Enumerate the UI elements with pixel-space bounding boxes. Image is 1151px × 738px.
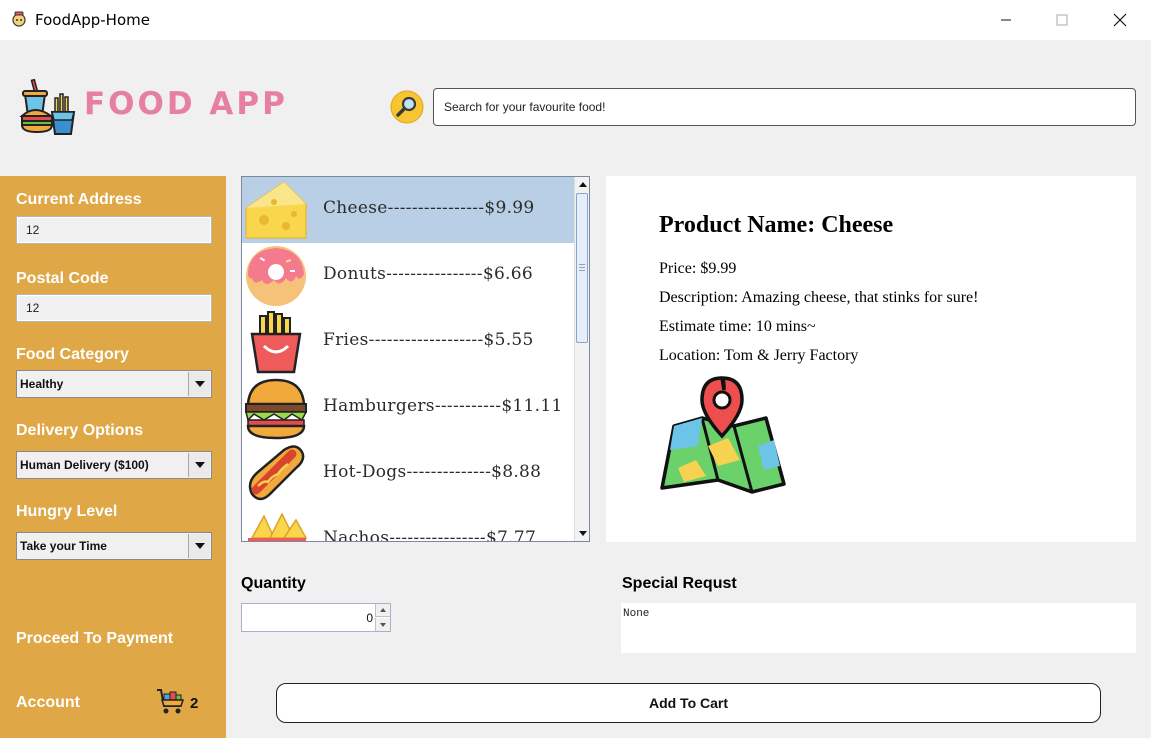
arrow-down-icon: [380, 622, 386, 627]
quantity-label: Quantity: [241, 575, 306, 592]
chevron-down-icon[interactable]: [188, 453, 210, 477]
maximize-icon: [1056, 14, 1068, 26]
postal-code-label: Postal Code: [16, 270, 109, 287]
app-window: FoodApp-Home FOOD APP Search for your fa…: [0, 0, 1151, 738]
hotdog-icon: [248, 445, 305, 501]
product-item-label: Hot-Dogs--------------$8.88: [323, 462, 542, 482]
product-item-hamburgers[interactable]: Hamburgers-----------$11.11: [242, 375, 575, 441]
food-category-label: Food Category: [16, 346, 129, 363]
sidebar: Current Address 12 Postal Code 12 Food C…: [0, 176, 226, 738]
map-location-icon: [660, 376, 786, 494]
fast-food-icon: [19, 78, 76, 135]
nachos-icon: [248, 512, 308, 541]
product-item-hot-dogs[interactable]: Hot-Dogs--------------$8.88: [242, 441, 575, 507]
cart-count: 2: [190, 695, 199, 712]
hungry-level-select[interactable]: Take your Time: [16, 532, 212, 560]
close-button[interactable]: [1097, 0, 1143, 40]
product-item-donuts[interactable]: Donuts----------------$6.66: [242, 243, 575, 309]
product-list[interactable]: Cheese----------------$9.99 Donuts------…: [241, 176, 590, 542]
delivery-options-select[interactable]: Human Delivery ($100): [16, 451, 212, 479]
product-list-scrollbar[interactable]: [574, 177, 589, 541]
product-estimate-time: Estimate time: 10 mins~: [659, 318, 816, 335]
product-detail-panel: Product Name: Cheese Price: $9.99 Descri…: [606, 176, 1136, 542]
quantity-increment-button[interactable]: [375, 604, 390, 617]
postal-code-field[interactable]: 12: [16, 294, 212, 322]
app-logo-text: FOOD APP: [84, 86, 288, 122]
product-location: Location: Tom & Jerry Factory: [659, 347, 859, 364]
current-address-label: Current Address: [16, 191, 142, 208]
chevron-down-icon[interactable]: [188, 372, 210, 396]
magnifier-icon[interactable]: [390, 90, 424, 124]
current-address-field[interactable]: 12: [16, 216, 212, 244]
scroll-thumb[interactable]: [576, 193, 588, 343]
donut-icon: [246, 246, 306, 306]
product-item-nachos[interactable]: Nachos----------------$7.77: [242, 507, 575, 542]
account-link[interactable]: Account: [16, 694, 80, 712]
product-item-fries[interactable]: Fries-------------------$5.55: [242, 309, 575, 375]
food-category-select[interactable]: Healthy: [16, 370, 212, 398]
cheese-icon: [245, 181, 307, 239]
window-title: FoodApp-Home: [35, 11, 150, 29]
maximize-button[interactable]: [1039, 0, 1085, 40]
close-icon: [1113, 13, 1127, 27]
arrow-up-icon: [578, 182, 587, 187]
minimize-button[interactable]: [983, 0, 1029, 40]
product-item-cheese[interactable]: Cheese----------------$9.99: [242, 177, 575, 243]
scroll-down-button[interactable]: [575, 526, 589, 541]
product-item-label: Donuts----------------$6.66: [323, 264, 533, 284]
product-item-label: Nachos----------------$7.77: [323, 528, 537, 542]
food-category-value: Healthy: [20, 377, 64, 391]
product-price: Price: $9.99: [659, 260, 737, 277]
shopping-cart-icon[interactable]: [156, 686, 186, 716]
quantity-stepper[interactable]: 0: [241, 603, 391, 632]
scroll-up-button[interactable]: [575, 177, 589, 192]
hamburger-icon: [245, 378, 308, 440]
hungry-level-value: Take your Time: [20, 539, 107, 553]
app-icon: [12, 11, 26, 27]
arrow-down-icon: [578, 531, 587, 536]
chevron-down-icon[interactable]: [188, 534, 210, 558]
product-name-heading: Product Name: Cheese: [659, 212, 894, 238]
product-item-label: Cheese----------------$9.99: [323, 198, 535, 218]
special-request-label: Special Requst: [622, 575, 737, 592]
delivery-options-label: Delivery Options: [16, 422, 144, 439]
search-input[interactable]: Search for your favourite food!: [433, 88, 1136, 126]
quantity-value[interactable]: 0: [366, 611, 373, 625]
fries-icon: [250, 311, 302, 374]
product-description: Description: Amazing cheese, that stinks…: [659, 289, 979, 306]
proceed-to-payment-link[interactable]: Proceed To Payment: [16, 630, 173, 648]
minimize-icon: [1001, 19, 1011, 21]
scroll-grip-icon: [579, 264, 585, 271]
add-to-cart-button[interactable]: Add To Cart: [276, 683, 1101, 723]
delivery-options-value: Human Delivery ($100): [20, 458, 149, 472]
title-bar: FoodApp-Home: [0, 0, 1151, 40]
hungry-level-label: Hungry Level: [16, 503, 118, 520]
arrow-up-icon: [380, 608, 386, 612]
special-request-textarea[interactable]: None: [621, 603, 1136, 653]
quantity-decrement-button[interactable]: [375, 618, 390, 631]
product-item-label: Fries-------------------$5.55: [323, 330, 534, 350]
product-item-label: Hamburgers-----------$11.11: [323, 396, 563, 416]
